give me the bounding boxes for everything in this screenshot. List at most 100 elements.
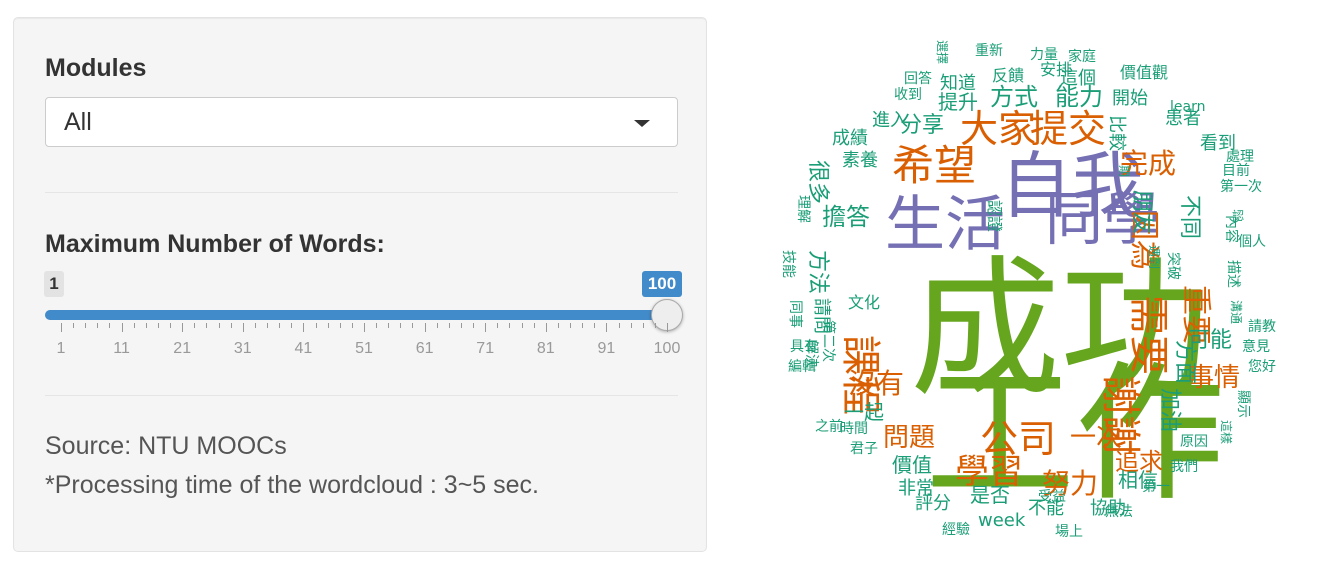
wordcloud-word: 提升 [938, 90, 978, 114]
slider-minor-tick [206, 323, 208, 328]
wordcloud-word: 價值觀 [1120, 63, 1169, 82]
wordcloud-word: 認 [1232, 209, 1245, 223]
wordcloud-word: 家庭 [1068, 49, 1096, 65]
wordcloud-word: 描述 [1225, 260, 1241, 288]
wordcloud-word: 第二次 [820, 320, 836, 362]
slider-minor-tick [157, 323, 159, 328]
wordcloud-word: 不同 [1177, 195, 1202, 240]
slider-minor-tick [509, 323, 511, 328]
wordcloud-word: 希望 [892, 141, 977, 190]
slider-major-tick [606, 323, 608, 332]
wordcloud-word: 擔答 [822, 203, 870, 231]
wordcloud-word: 這樣 [1219, 420, 1233, 445]
wordcloud-word: 方面 [1172, 340, 1197, 385]
wordcloud-word: 知道 [940, 73, 976, 94]
wordcloud-word: 技能 [780, 250, 796, 278]
slider-minor-tick [473, 323, 475, 328]
wordcloud-word: 需要 [1125, 295, 1171, 375]
slider-tick-label: 41 [294, 340, 313, 357]
modules-select[interactable]: All [45, 97, 678, 147]
wordcloud-word: 同事 [787, 300, 803, 328]
wordcloud: 成功 工作 自我 生活 同學 課程 希望 大家 提交 需要 謝謝 公司 學習 完成 因為 沒有 問題 事情 努力 一次… [770, 30, 1310, 560]
caret-down-icon [634, 120, 650, 127]
wordcloud-word: 比較 [1106, 115, 1127, 151]
slider-minor-tick [145, 323, 147, 328]
slider-min-badge: 1 [44, 271, 64, 297]
wordcloud-word: 君子 [850, 441, 878, 457]
wordcloud-word: 素養 [842, 150, 878, 171]
slider-major-tick [424, 323, 426, 332]
slider-major-tick [364, 323, 365, 332]
wordcloud-word: 意見 [1242, 339, 1270, 355]
slider-minor-tick [582, 323, 584, 328]
slider-major-tick [485, 323, 487, 332]
wordcloud-word: 是否 [970, 483, 1010, 507]
slider-minor-tick [267, 323, 269, 328]
slider-tick-label: 100 [653, 340, 681, 357]
slider-minor-tick [315, 323, 317, 328]
wordcloud-word: 我們 [1170, 459, 1198, 475]
wordcloud-word: 安排 [1040, 60, 1073, 79]
wordcloud-word: 收到 [894, 87, 922, 103]
processing-note: *Processing time of the wordcloud : 3~5 … [45, 471, 540, 499]
slider-minor-tick [618, 323, 620, 328]
divider [45, 192, 678, 193]
wordcloud-word: 大家 [960, 107, 1037, 151]
wordcloud-word: 提交 [1030, 107, 1107, 151]
max-words-label: Maximum Number of Words: [45, 230, 385, 258]
slider-minor-tick [630, 323, 632, 328]
wordcloud-word: 受益 [1038, 489, 1066, 505]
modules-label: Modules [45, 54, 147, 82]
slider-minor-tick [642, 323, 644, 328]
slider-tick-label: 61 [415, 340, 434, 357]
slider-minor-tick [339, 323, 341, 328]
wordcloud-word: 經驗 [942, 522, 970, 538]
wordcloud-word: 遇到 [1147, 245, 1161, 270]
slider-minor-tick [521, 323, 523, 328]
wordcloud-word: 無法 [1105, 504, 1133, 520]
slider-minor-tick [412, 323, 414, 328]
wordcloud-word: 反饋 [992, 66, 1025, 85]
slider-tick-label: 71 [476, 340, 495, 357]
slider-minor-tick [400, 323, 402, 328]
slider-minor-tick [170, 323, 172, 328]
wordcloud-word: 原因 [1180, 434, 1208, 450]
slider-fill [45, 310, 667, 320]
wordcloud-word: 理解 [795, 195, 811, 223]
slider-minor-tick [133, 323, 135, 328]
wordcloud-word: 第一 [1142, 479, 1170, 495]
wordcloud-word: 個人 [1238, 234, 1266, 250]
wordcloud-word: 加油 [1157, 388, 1182, 433]
wordcloud-word: 方法 [805, 250, 830, 295]
slider-tick-label: 11 [113, 340, 130, 357]
wordcloud-word: 開始 [1112, 88, 1148, 109]
wordcloud-word: 解決 [803, 340, 819, 368]
slider-minor-tick [436, 323, 438, 328]
wordcloud-word: 處理 [1226, 149, 1254, 165]
wordcloud-word: 價值 [892, 453, 932, 477]
slider-major-tick [121, 323, 123, 332]
slider-track[interactable] [45, 310, 667, 320]
wordcloud-word: 時間 [840, 421, 868, 437]
slider-minor-tick [194, 323, 196, 328]
slider-major-tick [667, 323, 668, 332]
wordcloud-word: week [978, 510, 1026, 531]
source-text: Source: NTU MOOCs [45, 432, 287, 460]
wordcloud-word: 評分 [915, 493, 951, 514]
wordcloud-word: 目前 [1222, 163, 1250, 179]
slider-tick-label: 91 [597, 340, 616, 357]
wordcloud-word: 溝通 [1229, 300, 1243, 325]
slider-major-tick [61, 323, 62, 332]
slider-minor-tick [327, 323, 329, 328]
wordcloud-word: 朋友 [1129, 190, 1154, 235]
wordcloud-word: 沒有 [848, 367, 905, 400]
slider-value-badge: 100 [642, 271, 682, 297]
slider-minor-tick [109, 323, 111, 328]
input-panel: Modules All Maximum Number of Words: 1 1… [13, 17, 707, 552]
modules-selected-value: All [64, 108, 92, 136]
wordcloud-word: 認證 [985, 200, 1004, 233]
wordcloud-word: 一起 [844, 400, 884, 424]
slider-minor-tick [254, 323, 256, 328]
slider-tick-label: 81 [536, 340, 555, 357]
slider-minor-tick [230, 323, 232, 328]
